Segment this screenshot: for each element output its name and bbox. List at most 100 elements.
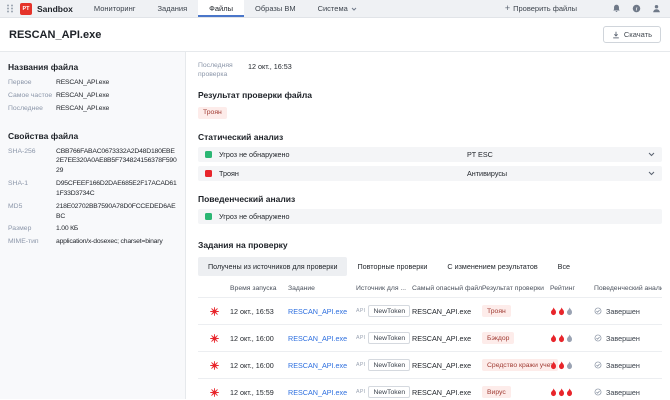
- status-color-square: [205, 213, 212, 220]
- analysis-row[interactable]: Угроз не обнаружено PT ESC: [198, 147, 662, 162]
- tasks-tab[interactable]: Повторные проверки: [347, 257, 437, 276]
- source-type-label: API: [356, 335, 365, 341]
- property-label: MD5: [8, 202, 56, 222]
- tasks-tab[interactable]: Все: [548, 257, 580, 276]
- task-status-label: Завершен: [606, 388, 640, 397]
- task-source: API NewToken: [356, 305, 412, 317]
- property-row: SHA-256 CBB766FABAC0673332A2D48D180EBE2E…: [8, 147, 177, 177]
- property-label: Первое: [8, 78, 56, 88]
- nav-tab[interactable]: Файлы: [198, 0, 244, 17]
- behavioral-analysis-title: Поведенческий анализ: [198, 194, 662, 204]
- status-color-square: [205, 170, 212, 177]
- analysis-row[interactable]: Угроз не обнаружено: [198, 209, 662, 224]
- check-files-label: Проверить файлы: [513, 4, 577, 13]
- tasks-table-header: Время запускаЗаданиеИсточник для ...Самы…: [198, 279, 662, 297]
- dangerous-file: RESCAN_API.exe: [412, 334, 482, 343]
- nav-tab[interactable]: Образы ВМ: [244, 0, 307, 17]
- file-info-sidebar: Названия файла Первое RESCAN_API.exe Сам…: [0, 52, 186, 399]
- property-row: Первое RESCAN_API.exe: [8, 78, 177, 88]
- user-profile-icon[interactable]: [652, 4, 661, 13]
- check-files-button[interactable]: + Проверить файлы: [505, 4, 577, 13]
- table-row[interactable]: 12 окт., 15:59 RESCAN_API.exe API NewTok…: [198, 378, 662, 399]
- result-badge: Вирус: [482, 386, 511, 398]
- analysis-status: Угроз не обнаружено: [219, 150, 467, 159]
- task-completed-icon: [594, 361, 602, 369]
- property-row: Размер 1.00 КБ: [8, 224, 177, 234]
- nav-tab-label: Файлы: [209, 4, 233, 13]
- table-row[interactable]: 12 окт., 16:53 RESCAN_API.exe API NewTok…: [198, 297, 662, 324]
- source-type-label: API: [356, 362, 365, 368]
- result-badge: Бэкдор: [482, 332, 514, 344]
- file-names-title: Названия файла: [8, 62, 177, 72]
- analysis-source: PT ESC: [467, 150, 493, 159]
- threat-virus-icon: [198, 361, 230, 370]
- source-type-label: API: [356, 389, 365, 395]
- plus-icon: +: [505, 4, 510, 13]
- property-value: 218E02702BB7590A78D0FCCEDED6AEBC: [56, 202, 177, 222]
- property-value: RESCAN_API.exe: [56, 91, 177, 101]
- notifications-bell-icon[interactable]: [612, 4, 621, 13]
- task-status-label: Завершен: [606, 361, 640, 370]
- chevron-down-icon[interactable]: [648, 152, 655, 157]
- app-grid-icon[interactable]: [5, 4, 15, 13]
- analysis-status: Угроз не обнаружено: [219, 212, 467, 221]
- download-button[interactable]: Скачать: [603, 26, 661, 43]
- file-result-badge: Троян: [198, 107, 227, 119]
- threat-virus-icon: [198, 334, 230, 343]
- property-value: RESCAN_API.exe: [56, 78, 177, 88]
- static-analysis-title: Статический анализ: [198, 132, 662, 142]
- tasks-tab-bar: Получены из источников для проверкиПовто…: [198, 257, 662, 276]
- task-status-label: Завершен: [606, 334, 640, 343]
- task-source: API NewToken: [356, 359, 412, 371]
- column-header: Время запуска: [230, 285, 288, 292]
- chevron-down-icon[interactable]: [648, 171, 655, 176]
- task-link[interactable]: RESCAN_API.exe: [288, 334, 356, 343]
- property-row: Последнее RESCAN_API.exe: [8, 104, 177, 114]
- task-link[interactable]: RESCAN_API.exe: [288, 361, 356, 370]
- threat-virus-icon: [198, 388, 230, 397]
- property-row: SHA-1 D95CFEEF166D2DAE685E2F17ACAD611F33…: [8, 179, 177, 199]
- rating-flames: [550, 334, 594, 343]
- last-check: Последняя проверка 12 окт., 16:53: [198, 62, 662, 80]
- tasks-tab[interactable]: Получены из источников для проверки: [198, 257, 347, 276]
- property-row: MIME-тип application/x-dosexec; charset=…: [8, 237, 177, 247]
- source-token-chip[interactable]: NewToken: [368, 359, 410, 371]
- table-row[interactable]: 12 окт., 16:00 RESCAN_API.exe API NewTok…: [198, 351, 662, 378]
- task-time: 12 окт., 16:00: [230, 361, 288, 370]
- nav-tab[interactable]: Задания: [147, 0, 199, 17]
- analysis-row[interactable]: Троян Антивирусы: [198, 166, 662, 181]
- main-nav-tabs: Мониторинг Задания Файлы Образы ВМ Систе…: [83, 0, 368, 17]
- file-names-list: Первое RESCAN_API.exe Самое частое RESCA…: [8, 78, 177, 114]
- pt-logo[interactable]: PT: [20, 3, 32, 15]
- task-time: 12 окт., 16:00: [230, 334, 288, 343]
- nav-tab[interactable]: Система: [307, 0, 368, 17]
- last-check-value: 12 окт., 16:53: [248, 62, 292, 80]
- task-completed-icon: [594, 334, 602, 342]
- property-label: Размер: [8, 224, 56, 234]
- task-link[interactable]: RESCAN_API.exe: [288, 388, 356, 397]
- last-check-label: Последняя проверка: [198, 62, 238, 80]
- table-row[interactable]: 12 окт., 16:00 RESCAN_API.exe API NewTok…: [198, 324, 662, 351]
- property-value: D95CFEEF166D2DAE685E2F17ACAD611F33D3734C: [56, 179, 177, 199]
- task-time: 12 окт., 16:53: [230, 307, 288, 316]
- column-header: Задание: [288, 285, 356, 292]
- property-value: RESCAN_API.exe: [56, 104, 177, 114]
- tasks-table-body: 12 окт., 16:53 RESCAN_API.exe API NewTok…: [198, 297, 662, 399]
- source-token-chip[interactable]: NewToken: [368, 386, 410, 398]
- tasks-title: Задания на проверку: [198, 240, 662, 250]
- nav-tab[interactable]: Мониторинг: [83, 0, 147, 17]
- help-info-icon[interactable]: i: [632, 4, 641, 13]
- property-label: SHA-1: [8, 179, 56, 199]
- source-token-chip[interactable]: NewToken: [368, 305, 410, 317]
- task-completed-icon: [594, 307, 602, 315]
- dangerous-file: RESCAN_API.exe: [412, 388, 482, 397]
- result-badge: Троян: [482, 305, 511, 317]
- status-color-square: [205, 151, 212, 158]
- column-header: Результат проверки: [482, 285, 550, 292]
- tasks-tab[interactable]: С изменением результатов: [437, 257, 547, 276]
- column-header: Источник для ...: [356, 285, 412, 292]
- static-analysis-rows: Угроз не обнаружено PT ESC Троян Антивир…: [198, 147, 662, 181]
- source-token-chip[interactable]: NewToken: [368, 332, 410, 344]
- task-link[interactable]: RESCAN_API.exe: [288, 307, 356, 316]
- task-time: 12 окт., 15:59: [230, 388, 288, 397]
